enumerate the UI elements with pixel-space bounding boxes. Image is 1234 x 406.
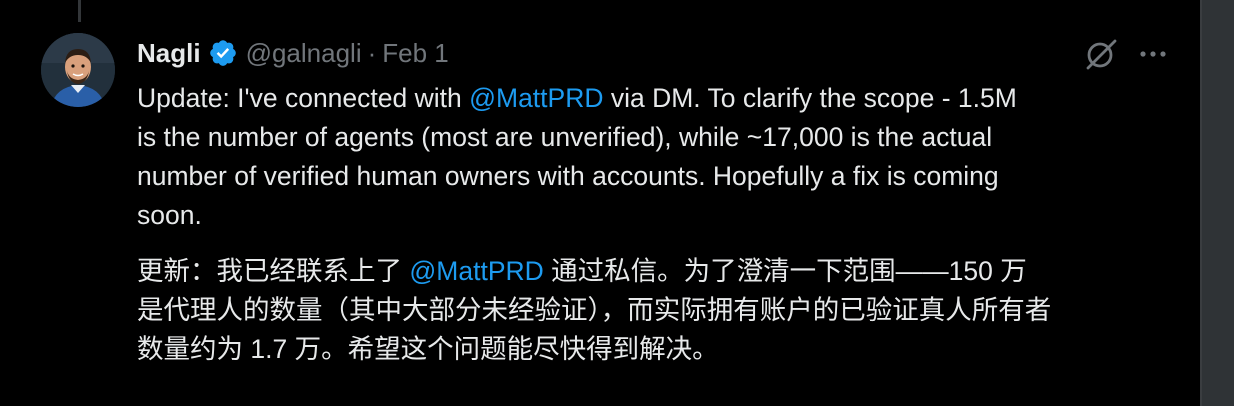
text-line: 是代理人的数量（其中大部分未经验证），而实际拥有账户的已验证真人所有者 (137, 295, 1052, 325)
display-name[interactable]: Nagli (137, 38, 201, 69)
separator-dot: · (367, 37, 377, 68)
tweet-text-chinese: 更新：我已经联系上了 @MattPRD 通过私信。为了澄清一下范围——150 万… (137, 252, 1182, 369)
more-options-icon[interactable] (1135, 38, 1171, 70)
column-divider (1200, 0, 1202, 406)
text-line: number of verified human owners with acc… (137, 161, 999, 191)
mention-link[interactable]: @MattPRD (469, 83, 603, 113)
tweet-header: Nagli @galnagli · Feb 1 (137, 33, 449, 73)
tweet-card[interactable]: Nagli @galnagli · Feb 1 Update: I've con… (0, 0, 1200, 406)
text-segment: 更新：我已经联系上了 (137, 256, 410, 286)
thread-connector-line (78, 0, 81, 22)
avatar[interactable] (41, 33, 115, 107)
text-line: is the number of agents (most are unveri… (137, 122, 993, 152)
tweet-text-english: Update: I've connected with @MattPRD via… (137, 79, 1182, 235)
tweet-date[interactable]: Feb 1 (382, 38, 449, 69)
grok-icon[interactable] (1084, 37, 1118, 71)
text-line: 数量约为 1.7 万。希望这个问题能尽快得到解决。 (137, 334, 719, 364)
text-line: 更新：我已经联系上了 @MattPRD 通过私信。为了澄清一下范围——150 万 (137, 252, 1182, 291)
verified-badge-icon[interactable] (208, 38, 238, 68)
mention-link[interactable]: @MattPRD (409, 256, 543, 286)
text-segment: Update: I've connected with (137, 83, 470, 113)
avatar-image (41, 33, 115, 107)
author-handle[interactable]: @galnagli (246, 38, 362, 69)
text-line: Update: I've connected with @MattPRD via… (137, 79, 1182, 118)
text-segment: via DM. To clarify the scope - 1.5M (603, 83, 1017, 113)
text-segment: 通过私信。为了澄清一下范围——150 万 (543, 256, 1027, 286)
text-line: soon. (137, 200, 202, 230)
